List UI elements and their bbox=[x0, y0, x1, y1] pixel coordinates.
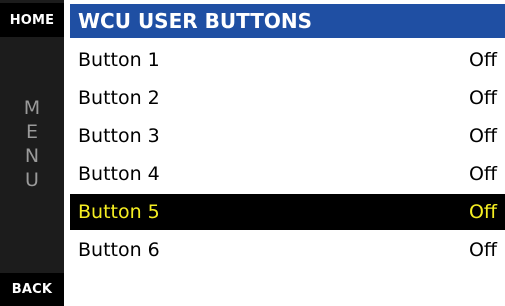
list-item-value: Off bbox=[468, 125, 497, 147]
back-button[interactable]: BACK bbox=[0, 273, 64, 306]
menu-letter: M bbox=[23, 97, 41, 119]
list-item-button-3[interactable]: Button 3 Off bbox=[70, 118, 505, 154]
menu-letter: E bbox=[25, 121, 38, 143]
page-title-text: WCU USER BUTTONS bbox=[78, 9, 312, 33]
list-item-value: Off bbox=[468, 87, 497, 109]
list-item-value: Off bbox=[468, 49, 497, 71]
menu-button[interactable]: M E N U bbox=[0, 96, 64, 192]
list-item-label: Button 6 bbox=[78, 239, 160, 261]
list-item-value: Off bbox=[468, 163, 497, 185]
menu-letter: U bbox=[25, 169, 39, 191]
home-button[interactable]: HOME bbox=[0, 3, 64, 37]
list-item-button-2[interactable]: Button 2 Off bbox=[70, 80, 505, 116]
list-item-label: Button 1 bbox=[78, 49, 160, 71]
list-item-button-5[interactable]: Button 5 Off bbox=[70, 194, 505, 230]
list-item-button-6[interactable]: Button 6 Off bbox=[70, 232, 505, 268]
list-item-button-1[interactable]: Button 1 Off bbox=[70, 42, 505, 78]
list-item-label: Button 5 bbox=[78, 201, 160, 223]
list-item-label: Button 4 bbox=[78, 163, 160, 185]
sidebar: HOME M E N U BACK bbox=[0, 0, 64, 306]
page-title: WCU USER BUTTONS bbox=[70, 4, 505, 38]
list-item-label: Button 2 bbox=[78, 87, 160, 109]
list-item-value: Off bbox=[468, 201, 497, 223]
list-item-value: Off bbox=[468, 239, 497, 261]
list-item-button-4[interactable]: Button 4 Off bbox=[70, 156, 505, 192]
menu-letter: N bbox=[24, 145, 40, 167]
list-item-label: Button 3 bbox=[78, 125, 160, 147]
button-list: Button 1 Off Button 2 Off Button 3 Off B… bbox=[70, 42, 505, 270]
